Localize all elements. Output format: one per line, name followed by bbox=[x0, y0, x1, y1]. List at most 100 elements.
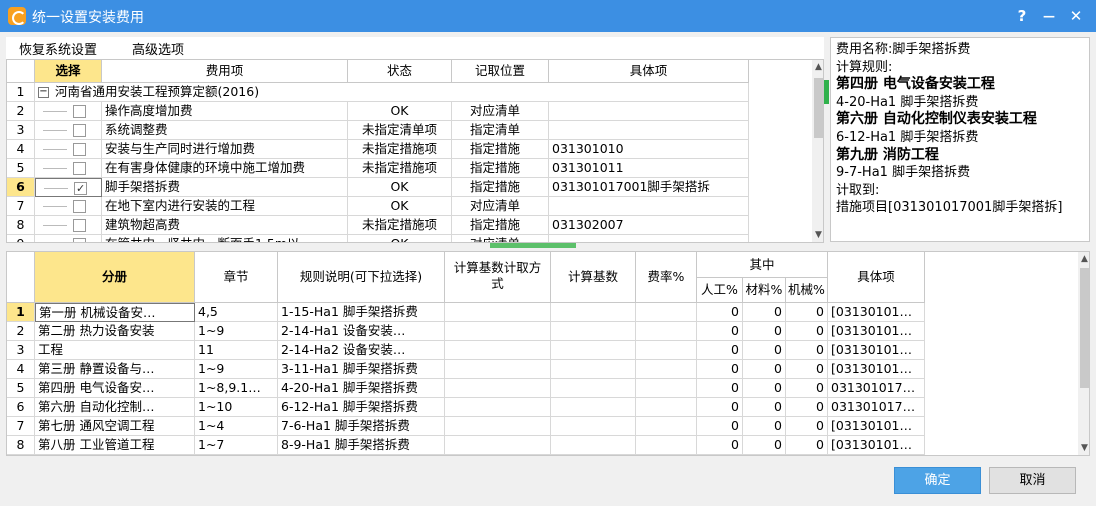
fee-item-cell[interactable]: 在有害身体健康的环境中施工增加费 bbox=[102, 159, 348, 178]
volume-cell[interactable]: 第八册 工业管道工程 bbox=[35, 436, 195, 455]
base-method-cell[interactable] bbox=[445, 379, 551, 398]
select-cell[interactable] bbox=[35, 235, 102, 242]
column-header-base-method[interactable]: 计算基数计取方式 bbox=[445, 252, 551, 303]
tree-group-row[interactable]: − 河南省通用安装工程预算定额(2016) bbox=[35, 83, 749, 102]
base-method-cell[interactable] bbox=[445, 417, 551, 436]
base-cell[interactable] bbox=[551, 341, 636, 360]
machine-cell[interactable]: 0 bbox=[786, 417, 828, 436]
select-cell[interactable] bbox=[35, 159, 102, 178]
base-method-cell[interactable] bbox=[445, 341, 551, 360]
scroll-up-icon[interactable]: ▲ bbox=[1078, 254, 1089, 264]
location-cell[interactable]: 指定措施 bbox=[452, 178, 549, 197]
location-cell[interactable]: 指定措施 bbox=[452, 159, 549, 178]
base-cell[interactable] bbox=[551, 379, 636, 398]
chapter-cell[interactable]: 1~8,9.1… bbox=[195, 379, 278, 398]
labor-cell[interactable]: 0 bbox=[697, 379, 743, 398]
ok-button[interactable]: 确定 bbox=[894, 467, 981, 494]
detail-cell[interactable]: [03130101… bbox=[828, 436, 925, 455]
material-cell[interactable]: 0 bbox=[743, 455, 786, 456]
detail-cell[interactable]: [03130101… bbox=[828, 341, 925, 360]
rule-cell[interactable]: 3-11-Ha1 脚手架搭拆费 bbox=[278, 360, 445, 379]
select-cell[interactable] bbox=[35, 140, 102, 159]
material-cell[interactable]: 0 bbox=[743, 436, 786, 455]
column-header-fee-item[interactable]: 费用项 bbox=[102, 60, 348, 83]
column-header-rule[interactable]: 规则说明(可下拉选择) bbox=[278, 252, 445, 303]
base-cell[interactable] bbox=[551, 303, 636, 322]
minimize-icon[interactable]: — bbox=[1038, 5, 1060, 27]
base-method-cell[interactable] bbox=[445, 436, 551, 455]
rule-cell[interactable]: 1-15-Ha1 脚手架搭拆费 bbox=[278, 303, 445, 322]
scroll-thumb[interactable] bbox=[1080, 268, 1089, 388]
chapter-cell[interactable]: 11 bbox=[195, 341, 278, 360]
help-icon[interactable]: ? bbox=[1011, 5, 1033, 27]
fee-item-cell[interactable]: 在地下室内进行安装的工程 bbox=[102, 197, 348, 216]
rate-cell[interactable] bbox=[636, 436, 697, 455]
volume-cell[interactable]: 第一册 机械设备安… bbox=[35, 303, 195, 322]
row-checkbox[interactable] bbox=[73, 162, 86, 175]
labor-cell[interactable]: 0 bbox=[697, 341, 743, 360]
chapter-cell[interactable]: 4,5 bbox=[195, 303, 278, 322]
column-header-rate[interactable]: 费率% bbox=[636, 252, 697, 303]
volume-cell[interactable]: 第三册 静置设备与… bbox=[35, 360, 195, 379]
volume-cell[interactable]: 第二册 热力设备安装 bbox=[35, 322, 195, 341]
machine-cell[interactable]: 0 bbox=[786, 360, 828, 379]
select-cell[interactable] bbox=[35, 216, 102, 235]
volume-cell[interactable]: 第四册 电气设备安… bbox=[35, 379, 195, 398]
detail-cell[interactable]: 031301017001脚手架搭拆 bbox=[549, 178, 749, 197]
row-checkbox[interactable] bbox=[73, 143, 86, 156]
location-cell[interactable]: 指定措施 bbox=[452, 140, 549, 159]
scroll-down-icon[interactable]: ▼ bbox=[812, 230, 823, 240]
detail-cell[interactable] bbox=[549, 102, 749, 121]
status-cell[interactable]: 未指定措施项 bbox=[348, 159, 452, 178]
base-method-cell[interactable] bbox=[445, 303, 551, 322]
column-header-select[interactable]: 选择 bbox=[35, 60, 102, 83]
status-cell[interactable]: 未指定清单项 bbox=[348, 121, 452, 140]
location-cell[interactable]: 对应清单 bbox=[452, 197, 549, 216]
row-checkbox[interactable] bbox=[73, 200, 86, 213]
row-checkbox[interactable] bbox=[73, 105, 86, 118]
cancel-button[interactable]: 取消 bbox=[989, 467, 1076, 494]
detail-cell[interactable] bbox=[549, 121, 749, 140]
menu-restore-defaults[interactable]: 恢复系统设置 bbox=[19, 39, 97, 58]
select-cell[interactable] bbox=[35, 197, 102, 216]
volume-cell[interactable]: 第六册 自动化控制… bbox=[35, 398, 195, 417]
chapter-cell[interactable]: 1~9 bbox=[195, 360, 278, 379]
material-cell[interactable]: 0 bbox=[743, 379, 786, 398]
fee-item-cell[interactable]: 在管井内、竖井内、断面手1.5m以 bbox=[102, 235, 348, 242]
detail-cell[interactable]: 031301017… bbox=[828, 398, 925, 417]
base-method-cell[interactable] bbox=[445, 360, 551, 379]
column-header-detail[interactable]: 具体项 bbox=[549, 60, 749, 83]
status-cell[interactable]: OK bbox=[348, 178, 452, 197]
detail-cell[interactable]: [03130101… bbox=[828, 303, 925, 322]
detail-cell[interactable]: [03130101… bbox=[828, 322, 925, 341]
location-cell[interactable]: 对应清单 bbox=[452, 102, 549, 121]
machine-cell[interactable]: 0 bbox=[786, 303, 828, 322]
machine-cell[interactable]: 0 bbox=[786, 455, 828, 456]
select-cell[interactable] bbox=[35, 178, 102, 197]
machine-cell[interactable]: 0 bbox=[786, 379, 828, 398]
rate-cell[interactable] bbox=[636, 360, 697, 379]
rule-cell[interactable]: 4-20-Ha1 脚手架搭拆费 bbox=[278, 379, 445, 398]
column-header-status[interactable]: 状态 bbox=[348, 60, 452, 83]
location-cell[interactable]: 指定清单 bbox=[452, 121, 549, 140]
fee-item-cell[interactable]: 脚手架搭拆费 bbox=[102, 178, 348, 197]
column-header-chapter[interactable]: 章节 bbox=[195, 252, 278, 303]
labor-cell[interactable]: 0 bbox=[697, 303, 743, 322]
detail-cell[interactable]: 031301010 bbox=[549, 140, 749, 159]
detail-cell[interactable]: 031301011 bbox=[549, 159, 749, 178]
base-method-cell[interactable] bbox=[445, 322, 551, 341]
rate-cell[interactable] bbox=[636, 455, 697, 456]
rule-cell[interactable]: 2-14-Ha1 设备安装… bbox=[278, 322, 445, 341]
labor-cell[interactable]: 0 bbox=[697, 360, 743, 379]
rule-cell[interactable]: 7-6-Ha1 脚手架搭拆费 bbox=[278, 417, 445, 436]
rate-cell[interactable] bbox=[636, 379, 697, 398]
select-cell[interactable] bbox=[35, 102, 102, 121]
rule-cell[interactable]: 8-9-Ha1 脚手架搭拆费 bbox=[278, 436, 445, 455]
fee-item-cell[interactable]: 系统调整费 bbox=[102, 121, 348, 140]
status-cell[interactable]: 未指定措施项 bbox=[348, 140, 452, 159]
material-cell[interactable]: 0 bbox=[743, 322, 786, 341]
material-cell[interactable]: 0 bbox=[743, 341, 786, 360]
chapter-cell[interactable]: 1~9 bbox=[195, 322, 278, 341]
scroll-up-icon[interactable]: ▲ bbox=[812, 62, 823, 72]
top-grid-scrollbar[interactable]: ▲ ▼ bbox=[812, 60, 823, 242]
